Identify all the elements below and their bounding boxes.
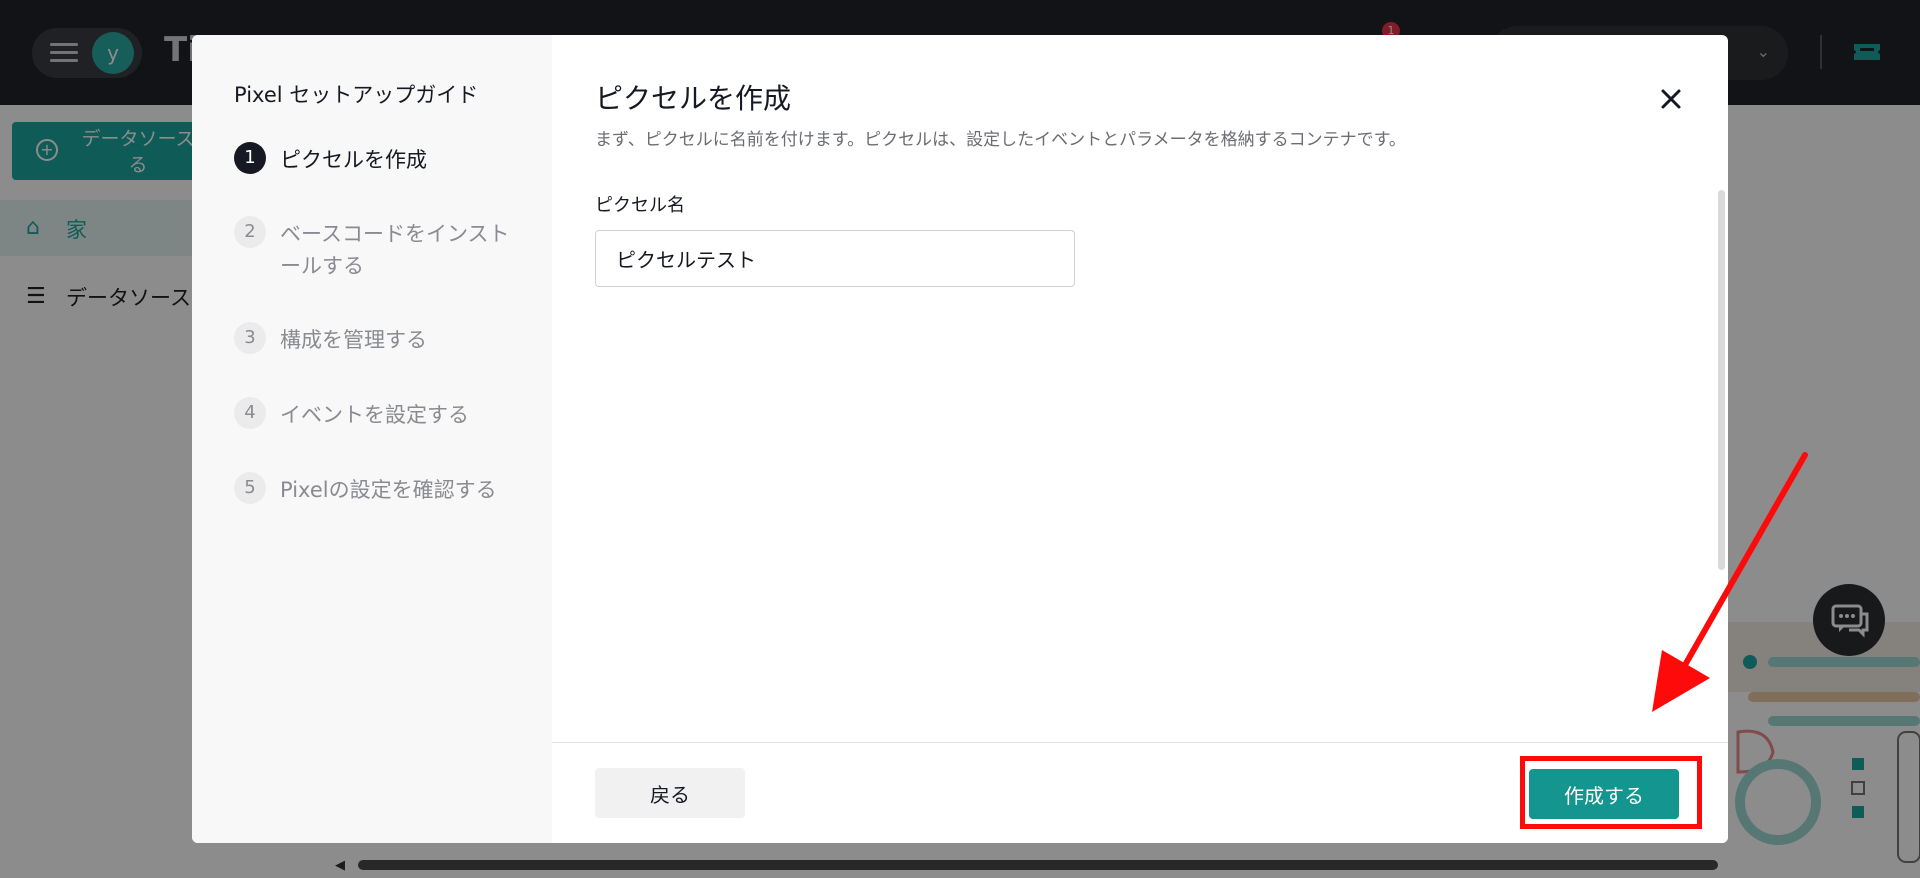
step-number: 2 [234,216,266,248]
step-label: 構成を管理する [280,328,427,352]
annotation-arrow-icon [1652,452,1808,712]
step-label: イベントを設定する [280,403,469,427]
modal-description: まず、ピクセルに名前を付けます。ピクセルは、設定したイベントとパラメータを格納す… [595,130,1406,150]
modal-content: ピクセルを作成 まず、ピクセルに名前を付けます。ピクセルは、設定したイベントとパ… [552,35,1728,843]
step-label: ベースコードをインストールする [280,222,510,278]
step-label: Pixelの設定を確認する [280,478,497,502]
annotation-highlight-box [1520,756,1702,829]
step-number: 5 [234,472,266,504]
pixel-name-label: ピクセル名 [595,195,685,216]
close-icon[interactable] [1657,85,1685,113]
back-button[interactable]: 戻る [595,768,745,818]
setup-guide-panel: Pixel セットアップガイド 1 ピクセルを作成 2 ベースコードをインストー… [192,35,552,843]
step-number: 4 [234,397,266,429]
step-number: 3 [234,322,266,354]
pixel-setup-modal: Pixel セットアップガイド 1 ピクセルを作成 2 ベースコードをインストー… [192,35,1728,843]
modal-title: ピクセルを作成 [595,82,792,115]
step-label: ピクセルを作成 [280,148,427,172]
guide-title: Pixel セットアップガイド [234,83,479,107]
pixel-name-input[interactable] [595,230,1075,287]
step-number: 1 [234,142,266,174]
